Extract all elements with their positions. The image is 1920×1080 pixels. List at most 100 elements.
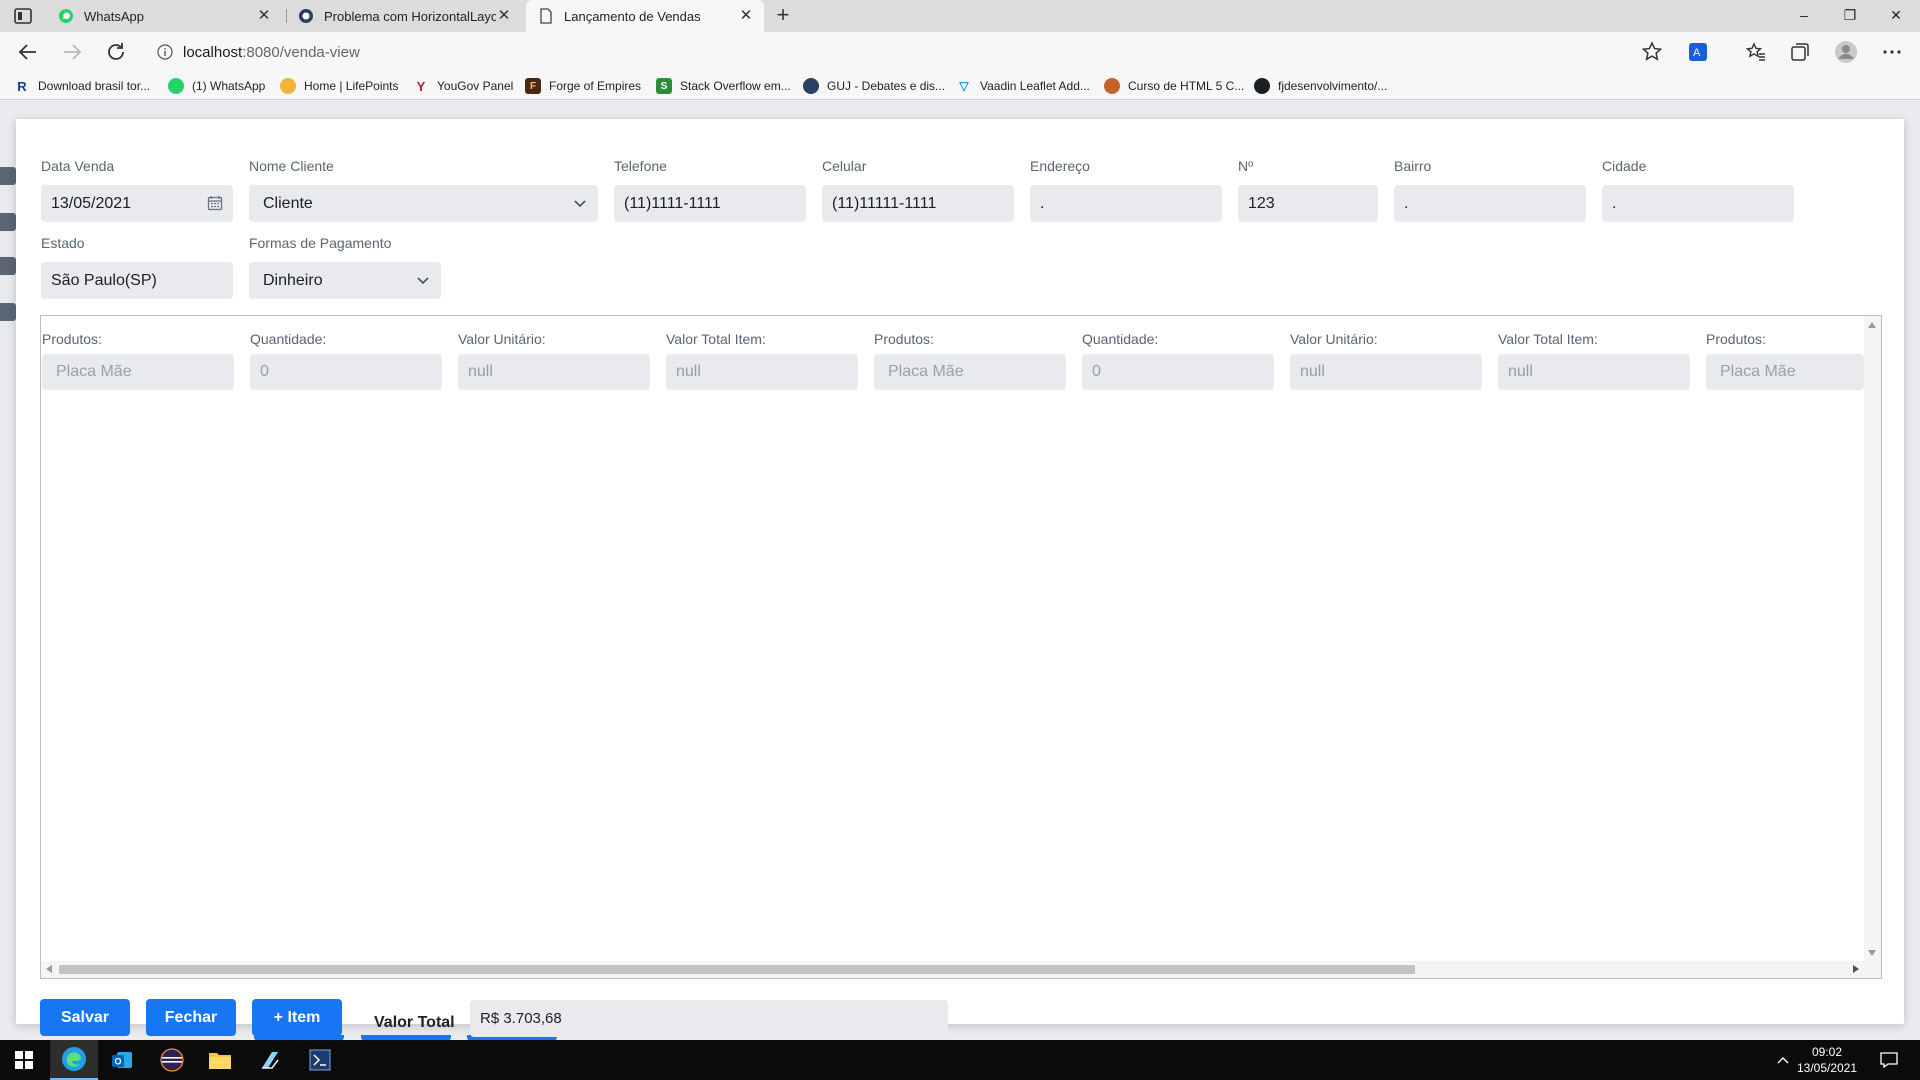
telefone-input[interactable]: (11)1111-1111 — [614, 185, 806, 222]
valor-unitario-input[interactable]: null — [458, 354, 650, 390]
item-value: 0 — [260, 363, 269, 380]
fechar-button[interactable]: Fechar — [146, 999, 236, 1036]
refresh-icon[interactable] — [104, 40, 128, 64]
data-venda-input[interactable]: 13/05/2021 — [41, 185, 233, 222]
chevron-down-icon[interactable] — [415, 272, 431, 288]
outlook-taskbar-icon[interactable]: O — [98, 1040, 146, 1080]
celular-input[interactable]: (11)11111-1111 — [822, 185, 1014, 222]
terminal-taskbar-icon[interactable] — [296, 1040, 344, 1080]
forward-icon[interactable] — [60, 40, 84, 64]
address-bar[interactable]: localhost:8080/venda-view — [144, 36, 1644, 68]
scroll-left-icon[interactable] — [46, 965, 52, 973]
translate-icon[interactable]: A — [1686, 40, 1710, 64]
tab-problema[interactable]: Problema com HorizontalLayout ✕ — [286, 0, 522, 32]
terminal-icon — [309, 1049, 331, 1071]
horizontal-scrollbar[interactable] — [41, 961, 1881, 978]
bookmark[interactable]: Curso de HTML 5 C... — [1104, 77, 1244, 95]
chart-icon[interactable] — [0, 303, 16, 321]
valor-total-item-input[interactable]: null — [1498, 354, 1690, 390]
bairro-input[interactable]: . — [1394, 185, 1586, 222]
back-icon[interactable] — [16, 40, 40, 64]
bookmark[interactable]: (1) WhatsApp — [168, 77, 265, 95]
salvar-button[interactable]: Salvar — [40, 999, 130, 1036]
start-button[interactable] — [0, 1040, 48, 1080]
tab-lancamento[interactable]: Lançamento de Vendas ✕ — [526, 0, 764, 32]
add-item-button[interactable]: + Item — [252, 999, 342, 1036]
nome-cliente-combobox[interactable]: Cliente — [249, 185, 598, 222]
data-venda-field: Data Venda 13/05/2021 — [41, 157, 233, 222]
bookmark[interactable]: F Forge of Empires — [525, 77, 641, 95]
cidade-input[interactable]: . — [1602, 185, 1794, 222]
quantidade-input[interactable]: 0 — [250, 354, 442, 390]
guj-icon — [299, 9, 313, 23]
valor-total-item-input[interactable]: null — [666, 354, 858, 390]
close-tab-icon[interactable]: ✕ — [738, 8, 754, 24]
scroll-right-icon[interactable] — [1853, 965, 1859, 973]
clock[interactable]: 09:02 13/05/2021 — [1792, 1044, 1862, 1076]
whatsapp-icon — [59, 9, 73, 23]
endereco-value: . — [1040, 194, 1045, 212]
eclipse-taskbar-icon[interactable] — [148, 1040, 196, 1080]
tab-actions-icon[interactable] — [14, 8, 32, 24]
quantidade-input[interactable]: 0 — [1082, 354, 1274, 390]
calendar-icon[interactable] — [207, 195, 223, 211]
collections-icon[interactable] — [1788, 40, 1812, 64]
restore-button[interactable]: ❐ — [1827, 0, 1873, 30]
item-label: Quantidade: — [1082, 331, 1159, 347]
file-explorer-taskbar-icon[interactable] — [196, 1040, 244, 1080]
bookmark[interactable]: fjdesenvolvimento/... — [1254, 77, 1387, 95]
folder-icon[interactable] — [0, 213, 16, 231]
notification-icon[interactable] — [1880, 1052, 1898, 1068]
edge-taskbar-icon[interactable] — [50, 1040, 98, 1080]
produto-input[interactable]: Placa Mãe — [874, 354, 1066, 390]
numero-input[interactable]: 123 — [1238, 185, 1378, 222]
item-label: Produtos: — [42, 331, 102, 347]
close-tab-icon[interactable]: ✕ — [496, 8, 512, 24]
valor-unitario-input[interactable]: null — [1290, 354, 1482, 390]
endereco-input[interactable]: . — [1030, 185, 1222, 222]
pagamento-label: Formas de Pagamento — [249, 235, 392, 251]
items-container[interactable]: Produtos: Placa Mãe Quantidade: 0 Valor … — [40, 315, 1882, 979]
telefone-value: (11)1111-1111 — [624, 194, 721, 212]
close-tab-icon[interactable]: ✕ — [256, 8, 272, 24]
nome-cliente-field: Nome Cliente Cliente — [249, 157, 598, 222]
bookmark[interactable]: GUJ - Debates e dis... — [803, 77, 945, 95]
produto-input[interactable]: Placa Mãe — [42, 354, 234, 390]
pagamento-select[interactable]: Dinheiro — [249, 262, 441, 299]
cidade-value: . — [1612, 194, 1617, 212]
github-icon — [1254, 78, 1270, 94]
bookmark[interactable]: S Stack Overflow em... — [656, 77, 791, 95]
estado-input[interactable]: São Paulo(SP) — [41, 262, 233, 299]
clock-date: 13/05/2021 — [1796, 1061, 1858, 1075]
yougov-icon: Y — [416, 78, 426, 94]
close-window-button[interactable]: ✕ — [1873, 0, 1919, 30]
produto-input[interactable]: Placa Mãe — [1706, 354, 1864, 390]
item-value: Placa Mãe — [888, 363, 964, 380]
chevron-down-icon[interactable] — [572, 195, 588, 211]
bookmark[interactable]: R Download brasil tor... — [14, 77, 150, 95]
bookmark[interactable]: Home | LifePoints — [280, 77, 399, 95]
windows-logo-icon — [15, 1051, 33, 1069]
site-info-icon[interactable] — [157, 44, 173, 60]
tab-whatsapp[interactable]: WhatsApp ✕ — [46, 0, 282, 32]
sale-dialog: Data Venda 13/05/2021 Nome Cliente Clien… — [16, 119, 1904, 1041]
home-icon[interactable] — [0, 167, 16, 185]
tray-chevron-up-icon[interactable] — [1776, 1054, 1790, 1066]
scroll-up-icon[interactable] — [1868, 322, 1876, 328]
app-taskbar-icon[interactable] — [246, 1040, 294, 1080]
add-favorite-icon[interactable] — [1640, 40, 1664, 64]
profile-avatar-icon[interactable] — [1834, 40, 1858, 64]
valor-total-input[interactable]: R$ 3.703,68 — [470, 1000, 948, 1037]
scrollbar-thumb[interactable] — [59, 965, 1415, 974]
money-icon[interactable] — [0, 257, 16, 275]
minimize-button[interactable]: – — [1781, 0, 1827, 30]
vertical-scrollbar[interactable] — [1864, 316, 1881, 962]
more-menu-icon[interactable] — [1880, 40, 1904, 64]
course-icon — [1104, 78, 1120, 94]
item-label: Quantidade: — [250, 331, 327, 347]
favorites-icon[interactable] — [1744, 40, 1768, 64]
new-tab-button[interactable]: + — [772, 4, 794, 26]
scroll-down-icon[interactable] — [1868, 950, 1876, 956]
bookmark[interactable]: Y YouGov Panel — [413, 77, 514, 95]
bookmark[interactable]: ▽ Vaadin Leaflet Add... — [956, 77, 1090, 95]
